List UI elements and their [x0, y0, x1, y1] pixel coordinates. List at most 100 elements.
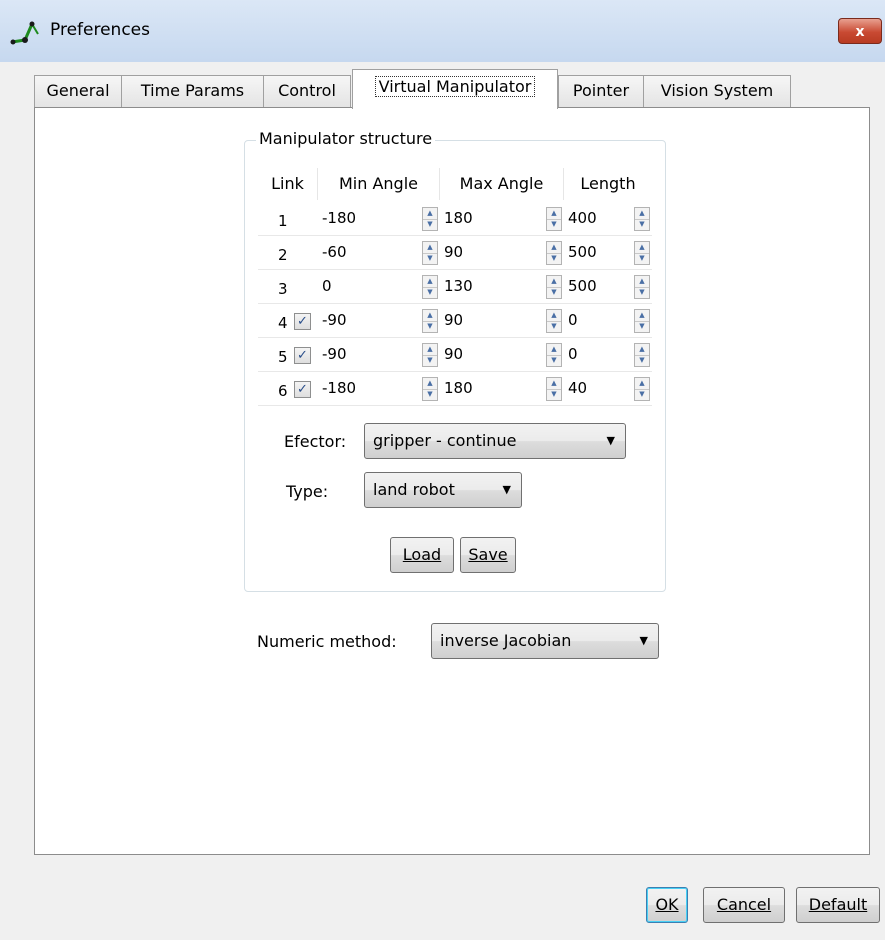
close-button[interactable]: x: [838, 18, 882, 44]
max-angle-spinbox[interactable]: 180 ▲ ▼: [440, 205, 564, 233]
min-angle-spinbox[interactable]: -90 ▲ ▼: [318, 307, 440, 335]
link-cell: 3: [258, 271, 318, 304]
load-button[interactable]: Load: [390, 537, 454, 573]
spin-arrows-icon[interactable]: ▲ ▼: [422, 241, 438, 265]
cancel-button[interactable]: Cancel: [703, 887, 785, 923]
max-angle-spinbox[interactable]: 130 ▲ ▼: [440, 273, 564, 301]
spin-arrows-icon[interactable]: ▲ ▼: [422, 377, 438, 401]
title-bar[interactable]: Preferences x: [0, 0, 885, 62]
spin-arrows-icon[interactable]: ▲ ▼: [422, 343, 438, 367]
spin-down-icon[interactable]: ▼: [547, 389, 561, 400]
spin-down-icon[interactable]: ▼: [423, 355, 437, 366]
length-spinbox[interactable]: 500 ▲ ▼: [564, 273, 652, 301]
min-angle-spinbox[interactable]: -60 ▲ ▼: [318, 239, 440, 267]
spinbox-value: 0: [322, 277, 332, 295]
spin-down-icon[interactable]: ▼: [547, 321, 561, 332]
spin-down-icon[interactable]: ▼: [423, 321, 437, 332]
spin-arrows-icon[interactable]: ▲ ▼: [546, 207, 562, 231]
length-spinbox[interactable]: 0 ▲ ▼: [564, 307, 652, 335]
efector-label: Efector:: [284, 432, 347, 451]
spinbox-value: -60: [322, 243, 347, 261]
type-label: Type:: [286, 482, 329, 501]
efector-select[interactable]: gripper - continue ▼: [364, 423, 626, 459]
spin-down-icon[interactable]: ▼: [547, 355, 561, 366]
length-spinbox[interactable]: 400 ▲ ▼: [564, 205, 652, 233]
spin-down-icon[interactable]: ▼: [423, 219, 437, 230]
load-label: Load: [402, 545, 442, 564]
column-header-length: Length: [580, 174, 636, 193]
spin-arrows-icon[interactable]: ▲ ▼: [546, 241, 562, 265]
link-number: 3: [278, 280, 288, 298]
spin-arrows-icon[interactable]: ▲ ▼: [546, 275, 562, 299]
spin-arrows-icon[interactable]: ▲ ▼: [422, 275, 438, 299]
close-icon: x: [855, 24, 865, 40]
tab-label: Pointer: [572, 81, 630, 100]
spin-down-icon[interactable]: ▼: [547, 287, 561, 298]
length-spinbox[interactable]: 0 ▲ ▼: [564, 341, 652, 369]
tab-virtual-manipulator[interactable]: Virtual Manipulator: [352, 69, 558, 109]
min-angle-spinbox[interactable]: -90 ▲ ▼: [318, 341, 440, 369]
spin-down-icon[interactable]: ▼: [547, 253, 561, 264]
spin-arrows-icon[interactable]: ▲ ▼: [634, 275, 650, 299]
table-row: 6 ✓ -180 ▲ ▼ 180 ▲ ▼ 40 ▲ ▼: [258, 373, 652, 406]
spin-arrows-icon[interactable]: ▲ ▼: [422, 309, 438, 333]
length-spinbox[interactable]: 500 ▲ ▼: [564, 239, 652, 267]
numeric-method-label: Numeric method:: [257, 632, 397, 651]
table-row: 5 ✓ -90 ▲ ▼ 90 ▲ ▼ 0 ▲ ▼: [258, 339, 652, 372]
spin-down-icon[interactable]: ▼: [635, 321, 649, 332]
link-checkbox[interactable]: ✓: [294, 347, 311, 364]
type-select[interactable]: land robot ▼: [364, 472, 522, 508]
column-header-max-angle: Max Angle: [440, 168, 564, 200]
spin-arrows-icon[interactable]: ▲ ▼: [546, 309, 562, 333]
spin-arrows-icon[interactable]: ▲ ▼: [546, 377, 562, 401]
save-button[interactable]: Save: [460, 537, 516, 573]
spinbox-value: 40: [568, 379, 588, 397]
spin-arrows-icon[interactable]: ▲ ▼: [422, 207, 438, 231]
spin-down-icon[interactable]: ▼: [423, 253, 437, 264]
min-angle-spinbox[interactable]: -180 ▲ ▼: [318, 375, 440, 403]
max-angle-spinbox[interactable]: 90 ▲ ▼: [440, 239, 564, 267]
spin-arrows-icon[interactable]: ▲ ▼: [634, 309, 650, 333]
spin-arrows-icon[interactable]: ▲ ▼: [634, 207, 650, 231]
link-checkbox[interactable]: ✓: [294, 313, 311, 330]
tab-time-params[interactable]: Time Params: [121, 75, 264, 107]
spinbox-value: 90: [444, 311, 464, 329]
length-spinbox[interactable]: 40 ▲ ▼: [564, 375, 652, 403]
spin-arrows-icon[interactable]: ▲ ▼: [634, 377, 650, 401]
spin-down-icon[interactable]: ▼: [423, 389, 437, 400]
tab-label: General: [46, 81, 110, 100]
default-button[interactable]: Default: [796, 887, 880, 923]
chevron-down-icon: ▼: [606, 434, 615, 447]
spinbox-value: -180: [322, 209, 357, 227]
tab-vision-system[interactable]: Vision System: [643, 75, 791, 107]
numeric-method-value: inverse Jacobian: [440, 631, 572, 650]
tab-label: Time Params: [140, 81, 245, 100]
spin-down-icon[interactable]: ▼: [635, 287, 649, 298]
max-angle-spinbox[interactable]: 90 ▲ ▼: [440, 307, 564, 335]
spin-arrows-icon[interactable]: ▲ ▼: [634, 343, 650, 367]
tab-control[interactable]: Control: [263, 75, 351, 107]
spin-arrows-icon[interactable]: ▲ ▼: [546, 343, 562, 367]
spinbox-value: 90: [444, 345, 464, 363]
tab-general[interactable]: General: [34, 75, 122, 107]
max-angle-spinbox[interactable]: 180 ▲ ▼: [440, 375, 564, 403]
spin-down-icon[interactable]: ▼: [635, 219, 649, 230]
link-checkbox[interactable]: ✓: [294, 381, 311, 398]
link-cell: 4 ✓: [258, 305, 318, 338]
numeric-method-select[interactable]: inverse Jacobian ▼: [431, 623, 659, 659]
spin-down-icon[interactable]: ▼: [635, 253, 649, 264]
spinbox-value: 500: [568, 277, 597, 295]
min-angle-spinbox[interactable]: 0 ▲ ▼: [318, 273, 440, 301]
spin-down-icon[interactable]: ▼: [635, 355, 649, 366]
spinbox-value: 180: [444, 209, 473, 227]
table-row: 3 0 ▲ ▼ 130 ▲ ▼ 500 ▲ ▼: [258, 271, 652, 304]
spinbox-value: -90: [322, 311, 347, 329]
min-angle-spinbox[interactable]: -180 ▲ ▼: [318, 205, 440, 233]
spin-down-icon[interactable]: ▼: [547, 219, 561, 230]
spin-down-icon[interactable]: ▼: [423, 287, 437, 298]
max-angle-spinbox[interactable]: 90 ▲ ▼: [440, 341, 564, 369]
ok-button[interactable]: OK: [646, 887, 688, 923]
tab-pointer[interactable]: Pointer: [558, 75, 644, 107]
spin-arrows-icon[interactable]: ▲ ▼: [634, 241, 650, 265]
spin-down-icon[interactable]: ▼: [635, 389, 649, 400]
